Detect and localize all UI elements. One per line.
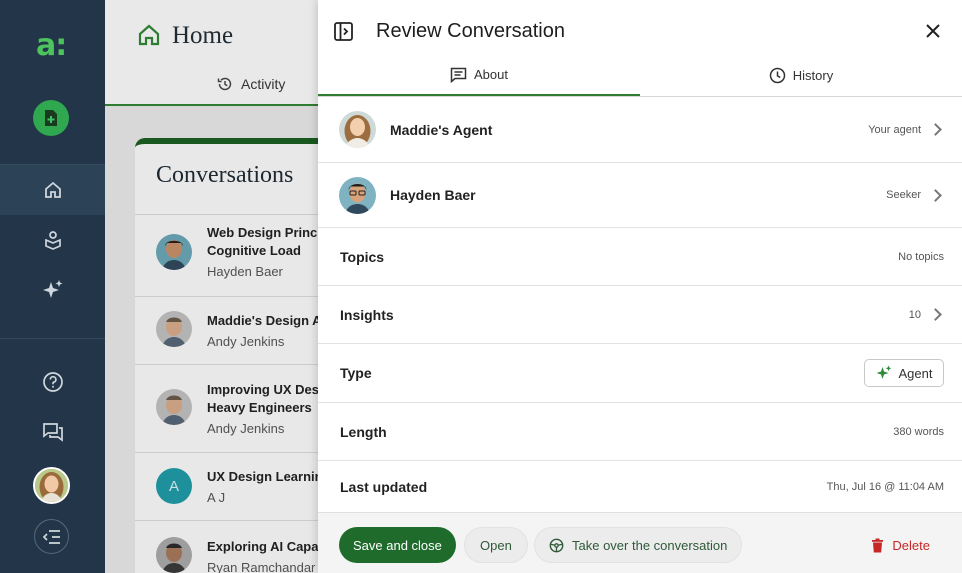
last-updated-label: Last updated — [340, 478, 428, 495]
close-icon[interactable] — [924, 22, 942, 40]
topics-row: Topics No topics — [318, 228, 962, 286]
last-updated-value: Thu, Jul 16 @ 11:04 AM — [827, 481, 944, 493]
insights-count: 10 — [908, 308, 921, 321]
comment-icon — [450, 67, 467, 83]
tab-activity[interactable]: Activity — [217, 76, 285, 92]
length-value: 380 words — [893, 426, 944, 438]
page-title: Home — [172, 22, 234, 49]
topics-label: Topics — [340, 248, 385, 265]
chat-icon — [42, 423, 63, 442]
home-icon — [138, 24, 160, 46]
tab-history-label: History — [792, 68, 834, 83]
avatar — [339, 111, 376, 148]
sidebar: a: — [0, 0, 105, 573]
new-conversation-button[interactable] — [33, 100, 69, 136]
insights-value: 10 — [908, 308, 944, 321]
insights-row[interactable]: Insights 10 — [318, 286, 962, 344]
participant-role: Your agent — [868, 123, 944, 136]
type-agent-label: Agent — [898, 365, 933, 381]
open-button-label: Open — [480, 537, 512, 553]
participant-name: Hayden Baer — [390, 187, 476, 203]
last-updated-row: Last updated Thu, Jul 16 @ 11:04 AM — [318, 461, 962, 512]
participant-row-seeker[interactable]: Hayden Baer Seeker — [318, 163, 962, 228]
drawer-footer: Save and close Open Take over the conver… — [318, 512, 962, 573]
drawer-tabs: About History — [318, 55, 962, 97]
sidebar-item-learning[interactable] — [0, 215, 105, 265]
chevron-right-icon — [929, 188, 942, 202]
last-updated-text: Thu, Jul 16 @ 11:04 AM — [826, 480, 944, 493]
length-value-text: 380 words — [893, 425, 944, 438]
chevron-right-icon — [929, 308, 942, 321]
app-logo: a: — [36, 28, 67, 63]
chevron-right-icon — [929, 123, 942, 136]
tab-history[interactable]: History — [640, 55, 962, 96]
drawer-backdrop[interactable] — [105, 106, 318, 573]
sidebar-item-home[interactable] — [0, 165, 105, 215]
save-and-close-button[interactable]: Save and close — [339, 527, 456, 563]
length-row: Length 380 words — [318, 403, 962, 461]
sidebar-item-ai[interactable] — [0, 265, 105, 315]
participant-role: Seeker — [886, 188, 944, 202]
history-icon — [217, 77, 232, 91]
sidebar-item-help[interactable] — [0, 357, 105, 407]
participant-role-label: Seeker — [886, 189, 921, 201]
take-over-button[interactable]: Take over the conversation — [534, 527, 743, 563]
user-avatar[interactable] — [33, 467, 70, 504]
sidebar-divider — [0, 338, 105, 339]
participant-role-label: Your agent — [868, 123, 921, 136]
open-button[interactable]: Open — [464, 527, 528, 563]
file-plus-icon — [45, 110, 57, 126]
delete-button[interactable]: Delete — [871, 527, 930, 563]
avatar — [339, 176, 376, 214]
collapse-sidebar-button[interactable] — [34, 519, 69, 554]
sidebar-item-messages[interactable] — [0, 407, 105, 457]
tab-activity-label: Activity — [241, 76, 286, 92]
drawer-title: Review Conversation — [376, 20, 565, 42]
steering-wheel-icon — [549, 538, 564, 552]
trash-icon — [872, 538, 884, 552]
review-conversation-drawer: Review Conversation About History Maddie… — [318, 0, 962, 573]
tab-about-label: About — [474, 67, 508, 82]
length-label: Length — [340, 423, 387, 440]
topics-value: No topics — [898, 251, 944, 263]
type-row: Type Agent — [318, 344, 962, 403]
delete-label: Delete — [892, 537, 930, 553]
type-agent-chip[interactable]: Agent — [864, 359, 944, 387]
topics-value-text: No topics — [898, 250, 944, 263]
participant-name: Maddie's Agent — [390, 121, 493, 138]
sparkles-icon — [42, 280, 62, 298]
side-panel-icon[interactable] — [334, 22, 353, 41]
tab-about[interactable]: About — [318, 55, 640, 96]
menu-collapse-icon — [42, 529, 60, 544]
take-over-label: Take over the conversation — [572, 537, 728, 553]
participant-row-agent[interactable]: Maddie's Agent Your agent — [318, 97, 962, 163]
clock-icon — [769, 67, 786, 84]
sparkles-icon — [876, 365, 891, 379]
type-label: Type — [340, 365, 372, 381]
insights-label: Insights — [340, 306, 394, 323]
home-icon — [44, 181, 61, 198]
book-person-icon — [44, 231, 61, 250]
help-circle-icon — [42, 372, 63, 392]
